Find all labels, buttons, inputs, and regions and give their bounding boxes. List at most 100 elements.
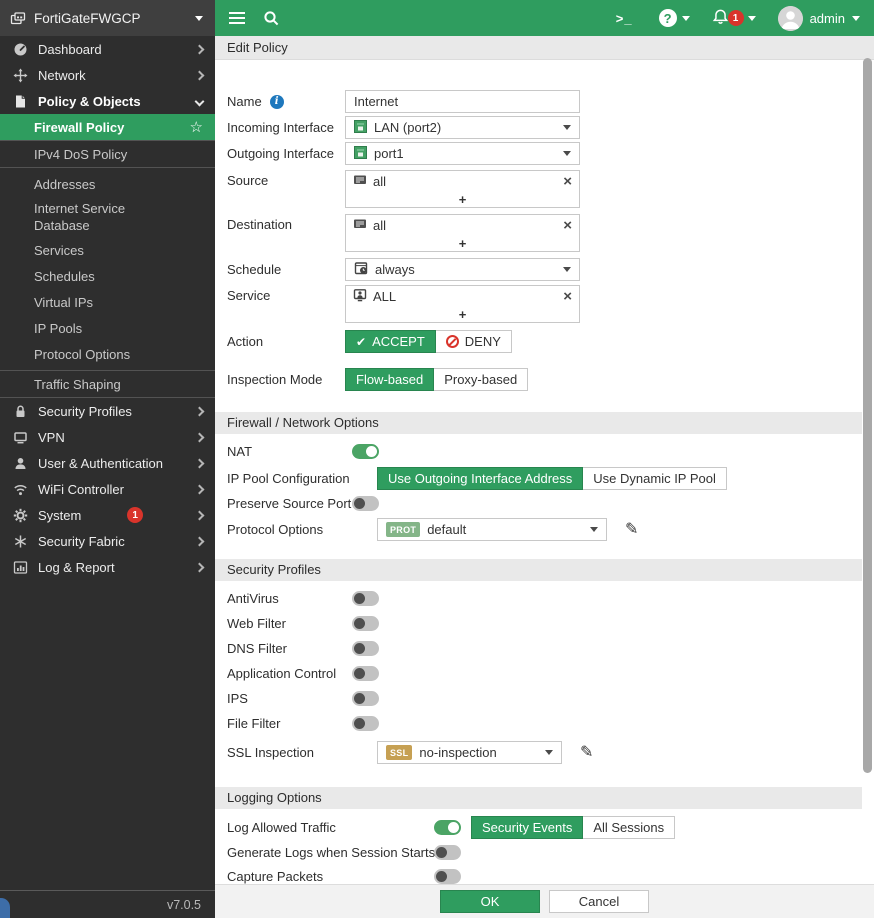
interface-icon (354, 120, 367, 136)
scrollbar-thumb[interactable] (863, 58, 872, 773)
protocol-options-label: Protocol Options (227, 522, 377, 537)
search-icon[interactable] (263, 10, 280, 27)
sidebar-item-virtual-ips[interactable]: Virtual IPs (0, 289, 215, 315)
deny-button[interactable]: DENY (435, 330, 512, 353)
sidebar-item-label: Policy & Objects (38, 94, 141, 109)
application-control-label: Application Control (227, 666, 352, 681)
accept-button[interactable]: ✔ ACCEPT (345, 330, 436, 353)
application-control-toggle[interactable] (352, 666, 379, 681)
sidebar-item-protocol-options[interactable]: Protocol Options (0, 341, 215, 367)
device-selector[interactable]: FortiGateFWGCP (0, 0, 215, 36)
ssl-inspection-label: SSL Inspection (227, 745, 377, 760)
sidebar-item-services[interactable]: Services (0, 237, 215, 263)
ssl-inspection-select[interactable]: SSL no-inspection (377, 741, 562, 764)
use-outgoing-interface-address-button[interactable]: Use Outgoing Interface Address (377, 467, 583, 490)
security-events-button[interactable]: Security Events (471, 816, 583, 839)
favorite-star-icon[interactable]: ☆ (190, 118, 203, 136)
sidebar-item-log-report[interactable]: Log & Report (0, 554, 215, 580)
outgoing-interface-label: Outgoing Interface (227, 146, 345, 161)
sidebar-item-security-profiles[interactable]: Security Profiles (0, 398, 215, 424)
user-icon (12, 456, 29, 471)
remove-icon[interactable]: × (563, 289, 572, 304)
admin-user-menu[interactable]: admin (778, 6, 860, 31)
chevron-down-icon (563, 267, 571, 272)
use-dynamic-ip-pool-button[interactable]: Use Dynamic IP Pool (582, 467, 727, 490)
source-entry[interactable]: all × (346, 171, 579, 191)
hamburger-menu-icon[interactable] (229, 12, 245, 24)
info-icon: i (270, 95, 284, 109)
topbar-right: >_ ? 1 admin (616, 6, 860, 31)
sidebar-item-label: Dashboard (38, 42, 102, 57)
option-label: Use Outgoing Interface Address (388, 471, 572, 486)
name-label: Name (227, 94, 262, 109)
ips-toggle[interactable] (352, 691, 379, 706)
destination-entry[interactable]: all × (346, 215, 579, 235)
preserve-source-port-toggle[interactable] (352, 496, 379, 511)
address-icon (353, 217, 367, 233)
sidebar-item-dashboard[interactable]: Dashboard (0, 36, 215, 62)
sidebar-item-user-authentication[interactable]: User & Authentication (0, 450, 215, 476)
edit-pencil-icon[interactable]: ✎ (625, 522, 638, 538)
notifications-menu[interactable]: 1 (712, 8, 756, 28)
incoming-interface-select[interactable]: LAN (port2) (345, 116, 580, 139)
capture-packets-toggle[interactable] (434, 869, 461, 884)
sidebar-item-schedules[interactable]: Schedules (0, 263, 215, 289)
cancel-button[interactable]: Cancel (549, 890, 649, 913)
form-row-preserve-source-port: Preserve Source Port (227, 495, 874, 512)
chevron-right-icon (195, 406, 205, 416)
service-entry-label: ALL (373, 289, 396, 304)
remove-icon[interactable]: × (563, 174, 572, 189)
fabric-icon (12, 534, 29, 549)
service-label: Service (227, 285, 345, 303)
sidebar-item-addresses[interactable]: Addresses (0, 171, 215, 197)
dns-filter-toggle[interactable] (352, 641, 379, 656)
log-allowed-traffic-toggle[interactable] (434, 820, 461, 835)
remove-icon[interactable]: × (563, 218, 572, 233)
service-entry[interactable]: ALL × (346, 286, 579, 306)
sidebar-item-traffic-shaping[interactable]: Traffic Shaping (0, 371, 215, 397)
destination-add-button[interactable]: + (346, 235, 579, 251)
ssl-badge: SSL (386, 745, 412, 760)
all-sessions-button[interactable]: All Sessions (582, 816, 675, 839)
cli-console-button[interactable]: >_ (616, 11, 633, 26)
nat-label: NAT (227, 444, 352, 459)
name-input[interactable] (345, 90, 580, 113)
web-filter-toggle[interactable] (352, 616, 379, 631)
nat-toggle[interactable] (352, 444, 379, 459)
section-firewall-network-options: Firewall / Network Options (215, 412, 862, 434)
destination-entry-label: all (373, 218, 386, 233)
chevron-down-icon (852, 16, 860, 21)
sidebar-item-vpn[interactable]: VPN (0, 424, 215, 450)
outgoing-interface-select[interactable]: port1 (345, 142, 580, 165)
flow-based-button[interactable]: Flow-based (345, 368, 434, 391)
edit-pencil-icon[interactable]: ✎ (580, 745, 593, 761)
sidebar-item-security-fabric[interactable]: Security Fabric (0, 528, 215, 554)
service-icon (353, 288, 367, 305)
sidebar-item-system[interactable]: System 1 (0, 502, 215, 528)
sidebar-item-firewall-policy[interactable]: Firewall Policy ☆ (0, 114, 215, 140)
sidebar-item-policy-objects[interactable]: Policy & Objects (0, 88, 215, 114)
inspection-mode-label: Inspection Mode (227, 372, 345, 387)
source-add-button[interactable]: + (346, 191, 579, 207)
protocol-options-select[interactable]: PROT default (377, 518, 607, 541)
service-add-button[interactable]: + (346, 306, 579, 322)
chevron-right-icon (195, 484, 205, 494)
sidebar-item-wifi-controller[interactable]: WiFi Controller (0, 476, 215, 502)
help-menu[interactable]: ? (659, 9, 690, 27)
form-row-web-filter: Web Filter (227, 615, 874, 632)
sidebar-item-ipv4-dos-policy[interactable]: IPv4 DoS Policy (0, 141, 215, 167)
ips-label: IPS (227, 691, 352, 706)
sidebar-item-network[interactable]: Network (0, 62, 215, 88)
proxy-based-button[interactable]: Proxy-based (433, 368, 528, 391)
file-filter-toggle[interactable] (352, 716, 379, 731)
generate-logs-toggle[interactable] (434, 845, 461, 860)
chevron-down-icon (563, 151, 571, 156)
antivirus-toggle[interactable] (352, 591, 379, 606)
fortigate-logo-icon (10, 11, 26, 26)
option-label: All Sessions (593, 820, 664, 835)
edit-policy-form: Name i Incoming Interface LAN (port2) Ou… (215, 60, 874, 884)
schedule-select[interactable]: always (345, 258, 580, 281)
sidebar-item-ip-pools[interactable]: IP Pools (0, 315, 215, 341)
sidebar-item-internet-service-database[interactable]: Internet Service Database (0, 197, 215, 237)
ok-button[interactable]: OK (440, 890, 540, 913)
